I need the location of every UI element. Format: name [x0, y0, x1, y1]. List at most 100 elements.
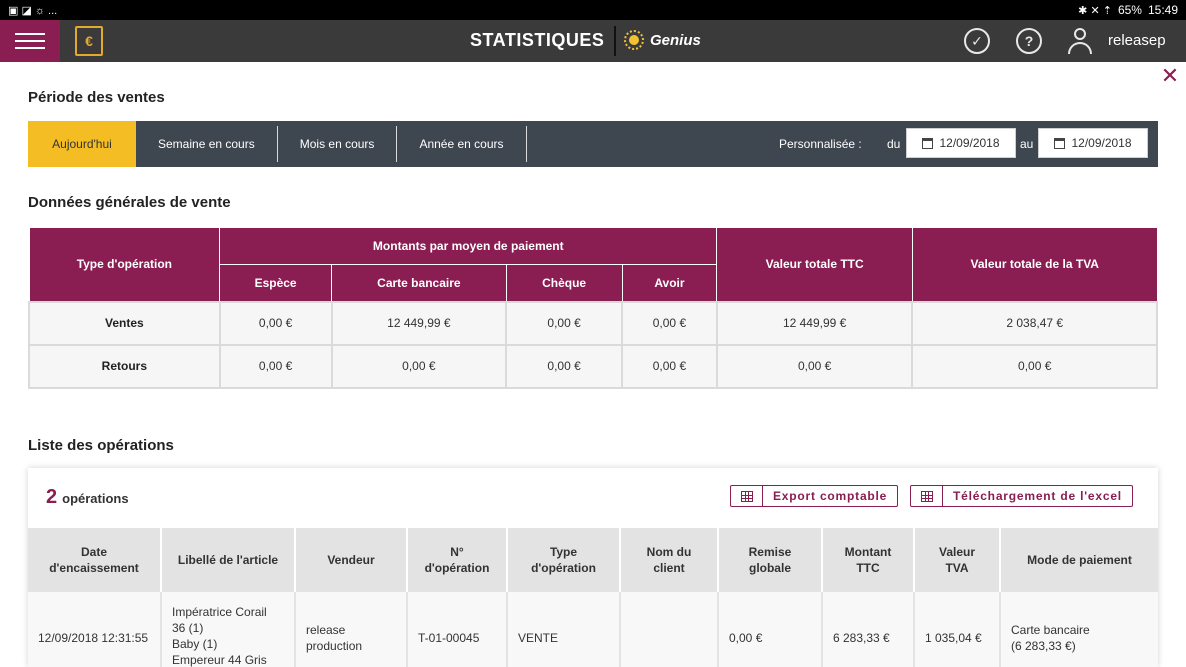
col-optype-l1: Type — [549, 545, 578, 559]
summary-row-returns: Retours 0,00 € 0,00 € 0,00 € 0,00 € 0,00… — [28, 343, 1158, 389]
seller-line: production — [306, 639, 363, 653]
operations-count-number: 2 — [46, 486, 58, 508]
to-label: au — [1020, 137, 1034, 151]
calendar-icon — [922, 137, 934, 149]
username[interactable]: releasep — [1108, 32, 1166, 49]
summary-row-sales: Ventes 0,00 € 12 449,99 € 0,00 € 0,00 € … — [28, 300, 1158, 346]
help-symbol: ? — [1024, 33, 1034, 49]
table-row[interactable]: 12/09/2018 12:31:55 Impératrice Corail 3… — [28, 592, 1158, 667]
status-bar: ▣ ◪ ☼ ... ✱ ✕ ⇡ 65% 15:49 — [0, 0, 1186, 20]
menu-line — [15, 33, 45, 35]
col-cash: Espèce — [219, 264, 333, 302]
user-icon[interactable] — [1066, 28, 1094, 56]
operations-heading: Liste des opérations — [28, 437, 174, 454]
cell-payment: Carte bancaire (6 283,33 €) — [999, 592, 1158, 667]
tab-today[interactable]: Aujourd'hui — [28, 121, 136, 167]
col-opnum-l1: N° — [450, 545, 464, 559]
row-label: Ventes — [28, 300, 221, 346]
col-amount[interactable]: Montant TTC — [821, 528, 914, 592]
tab-divider — [525, 126, 527, 162]
col-optype-l2: d'opération — [531, 561, 596, 575]
seller-line: release — [306, 623, 346, 637]
card-value: 0,00 € — [330, 343, 508, 389]
cell-op-number: T-01-00045 — [406, 592, 507, 667]
brand-name: Genius — [650, 31, 701, 49]
cell-date: 12/09/2018 12:31:55 — [28, 592, 161, 667]
col-date-l2: d'encaissement — [49, 561, 139, 575]
col-client[interactable]: Nom du client — [619, 528, 718, 592]
article-line: Impératrice Corail — [172, 605, 267, 619]
col-client-l2: client — [653, 561, 685, 575]
operations-table: Date d'encaissement Libellé de l'article … — [28, 528, 1158, 667]
cash-value: 0,00 € — [218, 343, 333, 389]
col-discount-l1: Remise — [748, 545, 792, 559]
col-seller-label: Vendeur — [327, 553, 375, 567]
menu-line — [15, 40, 45, 42]
total-ttc-value: 0,00 € — [715, 343, 914, 389]
spreadsheet-icon — [740, 490, 753, 502]
col-amount-l1: Montant — [844, 545, 892, 559]
col-op-number[interactable]: N° d'opération — [406, 528, 507, 592]
tab-current-year[interactable]: Année en cours — [397, 121, 525, 167]
clock: 15:49 — [1147, 3, 1178, 17]
col-article-label: Libellé de l'article — [177, 553, 279, 567]
col-opnum-l2: d'opération — [424, 561, 490, 575]
download-excel-button[interactable]: Téléchargement de l'excel — [910, 485, 1133, 507]
card-value: 12 449,99 € — [330, 300, 508, 346]
cell-op-type: VENTE — [506, 592, 620, 667]
spreadsheet-icon — [920, 490, 933, 502]
col-tva-l2: TVA — [945, 561, 969, 575]
operations-count-label: opérations — [62, 491, 129, 506]
sun-icon — [624, 30, 644, 50]
cell-client — [619, 592, 718, 667]
credit-value: 0,00 € — [621, 343, 718, 389]
credit-value: 0,00 € — [621, 300, 718, 346]
from-label: du — [887, 137, 901, 151]
app-bar: € STATISTIQUES Genius ✓ ? releasep — [0, 20, 1186, 62]
total-ttc-value: 12 449,99 € — [715, 300, 914, 346]
export-accounting-button[interactable]: Export comptable — [730, 485, 899, 507]
col-seller[interactable]: Vendeur — [294, 528, 407, 592]
menu-line — [15, 47, 45, 49]
user-icon-body — [1068, 42, 1092, 54]
operations-header-row: Date d'encaissement Libellé de l'article … — [28, 528, 1158, 592]
spreadsheet-icon-wrap — [911, 486, 943, 506]
hamburger-menu-button[interactable] — [0, 20, 60, 62]
cell-discount: 0,00 € — [717, 592, 822, 667]
col-card: Carte bancaire — [331, 264, 507, 302]
cell-seller: release production — [294, 592, 407, 667]
col-amounts-group: Montants par moyen de paiement — [219, 227, 718, 265]
col-op-type[interactable]: Type d'opération — [506, 528, 620, 592]
payment-line: (6 283,33 €) — [1011, 639, 1076, 653]
col-cheque: Chèque — [505, 264, 623, 302]
col-discount-l2: globale — [748, 561, 791, 575]
cell-tva: 1 035,04 € — [913, 592, 1000, 667]
col-total-ttc: Valeur totale TTC — [716, 227, 913, 302]
help-icon[interactable]: ? — [1016, 28, 1042, 54]
col-article[interactable]: Libellé de l'article — [160, 528, 295, 592]
period-heading: Période des ventes — [28, 89, 165, 106]
col-discount[interactable]: Remise globale — [717, 528, 822, 592]
col-operation-type: Type d'opération — [28, 227, 221, 302]
tab-current-week[interactable]: Semaine en cours — [136, 121, 277, 167]
operations-card: 2 opérations Export comptable Télécharge… — [28, 468, 1158, 667]
euro-symbol: € — [85, 33, 93, 49]
col-date[interactable]: Date d'encaissement — [28, 528, 161, 592]
article-line: Baby (1) — [172, 637, 218, 651]
receipt-icon[interactable]: € — [75, 26, 103, 56]
check-circle-icon[interactable]: ✓ — [964, 28, 990, 54]
custom-period-label: Personnalisée : — [779, 137, 862, 151]
operations-count: 2 opérations — [46, 486, 129, 509]
brand-logo: Genius — [624, 30, 701, 50]
tab-current-month[interactable]: Mois en cours — [278, 121, 397, 167]
to-date-picker[interactable]: 12/09/2018 — [1038, 128, 1148, 158]
from-date-picker[interactable]: 12/09/2018 — [906, 128, 1016, 158]
close-icon[interactable]: ✕ — [1160, 65, 1180, 87]
col-tva-l1: Valeur — [938, 545, 976, 559]
cell-article: Impératrice Corail 36 (1) Baby (1) Emper… — [160, 592, 295, 667]
col-payment[interactable]: Mode de paiement — [999, 528, 1158, 592]
col-tva[interactable]: Valeur TVA — [913, 528, 1000, 592]
title-divider — [614, 26, 616, 56]
sales-summary-table: Type d'opération Montants par moyen de p… — [28, 227, 1158, 389]
spreadsheet-icon-wrap — [731, 486, 763, 506]
